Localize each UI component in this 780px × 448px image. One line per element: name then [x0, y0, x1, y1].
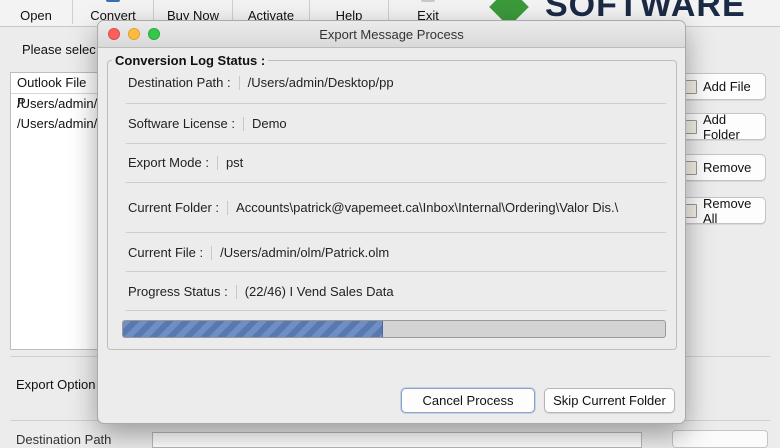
software-license-label: Software License : [128, 116, 235, 131]
file-list-panel[interactable]: Outlook File P /Users/admin/ /Users/admi… [10, 72, 98, 350]
row-divider [126, 271, 666, 272]
convert-icon [106, 0, 120, 2]
current-file-value: /Users/admin/olm/Patrick.olm [220, 245, 390, 260]
remove-all-label: Remove All [703, 195, 752, 226]
row-divider [126, 103, 666, 104]
field-separator [238, 75, 240, 90]
remove-icon [685, 160, 697, 175]
add-folder-label: Add Folder [703, 111, 740, 142]
field-separator [227, 200, 229, 215]
progress-status-value: (22/46) I Vend Sales Data [244, 284, 394, 299]
field-separator [211, 245, 213, 260]
add-file-button[interactable]: Add File [676, 73, 766, 100]
destination-path-value: /Users/admin/Desktop/pp [247, 75, 394, 90]
file-list-header: Outlook File P [11, 73, 97, 110]
progress-bar-fill [123, 321, 384, 337]
export-mode-row: Export Mode : pst [128, 155, 666, 170]
export-mode-label: Export Mode : [128, 155, 209, 170]
row-divider [126, 182, 666, 183]
current-folder-value: Accounts\patrick@vapemeet.ca\Inbox\Inter… [236, 200, 619, 215]
file-list-item[interactable]: /Users/admin/ [11, 94, 97, 114]
export-options-label: Export Option [16, 377, 96, 392]
remove-label: Remove [703, 160, 752, 175]
destination-path-row: Destination Path : /Users/admin/Desktop/… [128, 75, 666, 90]
progress-bar [122, 320, 666, 338]
current-folder-row: Current Folder : Accounts\patrick@vapeme… [128, 200, 666, 215]
remove-all-icon [685, 203, 697, 218]
export-process-dialog: Export Message Process Conversion Log St… [97, 20, 686, 424]
open-button[interactable]: Open [0, 0, 72, 26]
field-separator [235, 284, 237, 299]
cancel-process-button[interactable]: Cancel Process [401, 388, 535, 413]
current-file-row: Current File : /Users/admin/olm/Patrick.… [128, 245, 666, 260]
skip-current-folder-label: Skip Current Folder [553, 393, 666, 408]
current-file-label: Current File : [128, 245, 204, 260]
conversion-log-group: Conversion Log Status : Destination Path… [107, 53, 677, 350]
software-license-row: Software License : Demo [128, 116, 666, 131]
row-divider [126, 310, 666, 311]
add-folder-button[interactable]: Add Folder [676, 111, 766, 142]
destination-field[interactable] [152, 432, 642, 448]
destination-row: Destination Path [0, 426, 780, 448]
browse-button[interactable] [672, 430, 768, 448]
remove-all-button[interactable]: Remove All [676, 195, 766, 226]
skip-current-folder-button[interactable]: Skip Current Folder [544, 388, 675, 413]
open-label: Open [20, 8, 52, 23]
exit-icon [421, 0, 435, 2]
export-mode-value: pst [225, 155, 244, 170]
current-folder-label: Current Folder : [128, 200, 220, 215]
remove-button[interactable]: Remove [676, 154, 766, 181]
progress-status-row: Progress Status : (22/46) I Vend Sales D… [128, 284, 666, 299]
cancel-process-label: Cancel Process [422, 393, 514, 408]
file-icon [685, 79, 697, 94]
field-separator [242, 116, 244, 131]
field-separator [216, 155, 218, 170]
row-divider [126, 232, 666, 233]
group-title: Conversion Log Status : [112, 53, 269, 68]
row-divider [126, 143, 666, 144]
dialog-title: Export Message Process [319, 27, 464, 42]
folder-icon [685, 119, 697, 134]
file-list-item[interactable]: /Users/admin/ [11, 114, 97, 134]
select-instruction: Please selec [22, 42, 96, 57]
software-license-value: Demo [251, 116, 287, 131]
dialog-titlebar: Export Message Process [98, 21, 685, 48]
destination-path-label: Destination Path : [128, 75, 231, 90]
add-file-label: Add File [703, 79, 751, 94]
progress-status-label: Progress Status : [128, 284, 228, 299]
